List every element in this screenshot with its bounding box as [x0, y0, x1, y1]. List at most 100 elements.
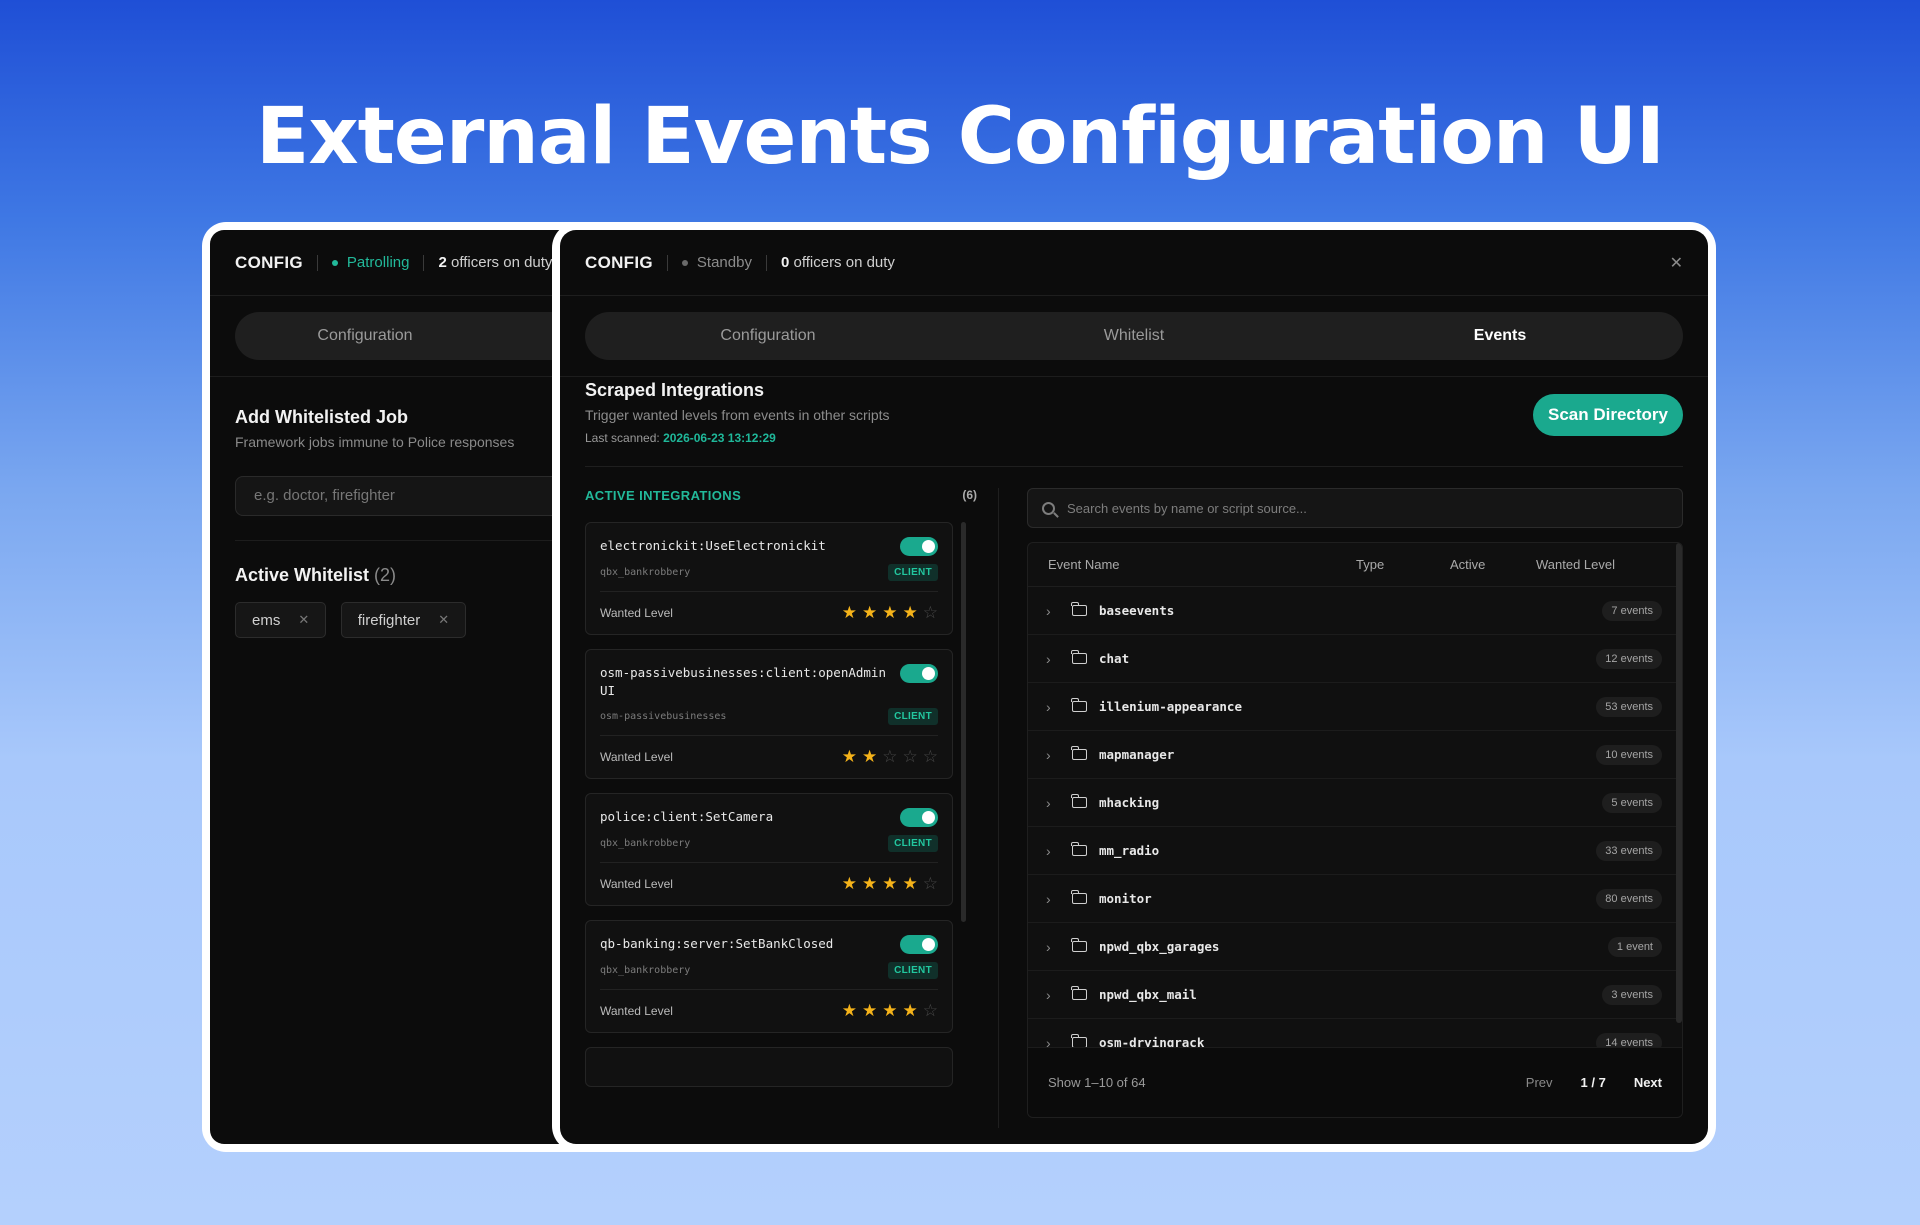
wanted-level-stars: ★ ★ ★ ★ ☆	[837, 874, 938, 894]
prev-button[interactable]: Prev	[1526, 1075, 1553, 1090]
table-rows: › baseevents 7 events › chat 12 events ›…	[1028, 587, 1682, 1049]
front-status: Standby	[681, 254, 752, 271]
chevron-right-icon[interactable]: ›	[1046, 603, 1064, 619]
table-row[interactable]: › baseevents 7 events	[1028, 587, 1682, 635]
integration-card: osm-passivebusinesses:client:openAdminUI…	[585, 649, 953, 779]
star-filled-icon[interactable]: ★	[842, 874, 857, 893]
chevron-right-icon[interactable]: ›	[1046, 747, 1064, 763]
folder-icon	[1071, 650, 1087, 664]
folder-icon	[1071, 986, 1087, 1000]
star-filled-icon[interactable]: ★	[903, 874, 918, 893]
resource-name: baseevents	[1099, 603, 1175, 618]
integration-card: electronickit:UseElectronickit qbx_bankr…	[585, 522, 953, 635]
star-filled-icon[interactable]: ★	[882, 603, 897, 622]
table-scrollbar[interactable]	[1676, 543, 1682, 1023]
back-officers: 2 officers on duty	[438, 254, 553, 271]
integration-source: qbx_bankrobbery	[600, 567, 691, 578]
table-row[interactable]: › illenium-appearance 53 events	[1028, 683, 1682, 731]
folder-icon	[1071, 842, 1087, 856]
table-row[interactable]: › mapmanager 10 events	[1028, 731, 1682, 779]
remove-chip-icon[interactable]: ✕	[438, 612, 449, 628]
type-badge: CLIENT	[888, 835, 938, 852]
resource-name: illenium-appearance	[1099, 699, 1242, 714]
star-filled-icon[interactable]: ★	[842, 1001, 857, 1020]
star-empty-icon[interactable]: ☆	[923, 1001, 938, 1020]
integration-source: osm-passivebusinesses	[600, 711, 727, 722]
event-count-badge: 10 events	[1596, 744, 1662, 765]
remove-chip-icon[interactable]: ✕	[298, 612, 309, 628]
star-filled-icon[interactable]: ★	[842, 747, 857, 766]
scraped-sub: Trigger wanted levels from events in oth…	[585, 407, 890, 423]
event-count-badge: 1 event	[1607, 936, 1662, 957]
table-row[interactable]: › npwd_qbx_mail 3 events	[1028, 971, 1682, 1019]
table-row[interactable]: › mhacking 5 events	[1028, 779, 1682, 827]
table-row[interactable]: › chat 12 events	[1028, 635, 1682, 683]
col-wanted-level: Wanted Level	[1536, 557, 1616, 572]
scraped-header: Scraped Integrations Trigger wanted leve…	[585, 380, 890, 445]
back-tab-configuration[interactable]: Configuration	[235, 327, 495, 345]
star-empty-icon[interactable]: ☆	[923, 874, 938, 893]
chevron-right-icon[interactable]: ›	[1046, 939, 1064, 955]
next-button[interactable]: Next	[1634, 1075, 1662, 1090]
resource-name: mapmanager	[1099, 747, 1175, 762]
folder-icon	[1071, 698, 1087, 712]
type-badge: CLIENT	[888, 564, 938, 581]
wanted-level-label: Wanted Level	[600, 877, 673, 891]
integration-toggle[interactable]	[900, 537, 938, 556]
star-empty-icon[interactable]: ☆	[923, 603, 938, 622]
integration-toggle[interactable]	[900, 935, 938, 954]
star-filled-icon[interactable]: ★	[903, 1001, 918, 1020]
chevron-right-icon[interactable]: ›	[1046, 651, 1064, 667]
table-row[interactable]: › npwd_qbx_garages 1 event	[1028, 923, 1682, 971]
integration-toggle[interactable]	[900, 664, 938, 683]
close-icon[interactable]: ✕	[1670, 253, 1683, 273]
star-filled-icon[interactable]: ★	[862, 874, 877, 893]
chevron-right-icon[interactable]: ›	[1046, 843, 1064, 859]
star-filled-icon[interactable]: ★	[882, 1001, 897, 1020]
tab-events[interactable]: Events	[1317, 327, 1683, 345]
col-type: Type	[1356, 557, 1385, 572]
chevron-right-icon[interactable]: ›	[1046, 699, 1064, 715]
star-empty-icon[interactable]: ☆	[882, 747, 897, 766]
chevron-right-icon[interactable]: ›	[1046, 891, 1064, 907]
scan-directory-button[interactable]: Scan Directory	[1533, 394, 1683, 436]
folder-icon	[1071, 794, 1087, 808]
star-empty-icon[interactable]: ☆	[923, 747, 938, 766]
event-count-badge: 12 events	[1596, 648, 1662, 669]
wanted-level-stars: ★ ★ ★ ★ ☆	[837, 603, 938, 623]
tab-whitelist[interactable]: Whitelist	[951, 327, 1317, 345]
back-status: Patrolling	[331, 254, 409, 271]
status-dot-icon	[681, 259, 688, 266]
wanted-level-label: Wanted Level	[600, 750, 673, 764]
star-filled-icon[interactable]: ★	[842, 603, 857, 622]
integration-card: police:client:SetCamera qbx_bankrobbery …	[585, 793, 953, 906]
folder-icon	[1071, 602, 1087, 616]
col-event-name: Event Name	[1048, 557, 1120, 572]
type-badge: CLIENT	[888, 962, 938, 979]
star-empty-icon[interactable]: ☆	[903, 747, 918, 766]
integrations-scrollbar[interactable]	[961, 522, 966, 922]
folder-icon	[1071, 746, 1087, 760]
star-filled-icon[interactable]: ★	[862, 1001, 877, 1020]
search-input[interactable]: Search events by name or script source..…	[1027, 488, 1683, 528]
front-window: CONFIG Standby 0 officers on duty ✕ Conf…	[560, 230, 1708, 1144]
star-filled-icon[interactable]: ★	[862, 747, 877, 766]
event-count-badge: 5 events	[1602, 792, 1662, 813]
table-row[interactable]: › mm_radio 33 events	[1028, 827, 1682, 875]
table-row[interactable]: › osm-dryingrack 14 events	[1028, 1019, 1682, 1049]
active-integrations-header: ACTIVE INTEGRATIONS (6)	[585, 488, 977, 503]
front-window-header: CONFIG Standby 0 officers on duty ✕	[560, 230, 1708, 296]
front-officers: 0 officers on duty	[780, 254, 895, 271]
pager-info: Show 1–10 of 64	[1048, 1075, 1146, 1090]
star-filled-icon[interactable]: ★	[882, 874, 897, 893]
chevron-right-icon[interactable]: ›	[1046, 795, 1064, 811]
integration-toggle[interactable]	[900, 808, 938, 827]
table-row[interactable]: › monitor 80 events	[1028, 875, 1682, 923]
chevron-right-icon[interactable]: ›	[1046, 987, 1064, 1003]
front-brand: CONFIG	[585, 252, 653, 272]
event-count-badge: 33 events	[1596, 840, 1662, 861]
star-filled-icon[interactable]: ★	[903, 603, 918, 622]
tab-configuration[interactable]: Configuration	[585, 327, 951, 345]
event-count-badge: 80 events	[1596, 888, 1662, 909]
star-filled-icon[interactable]: ★	[862, 603, 877, 622]
